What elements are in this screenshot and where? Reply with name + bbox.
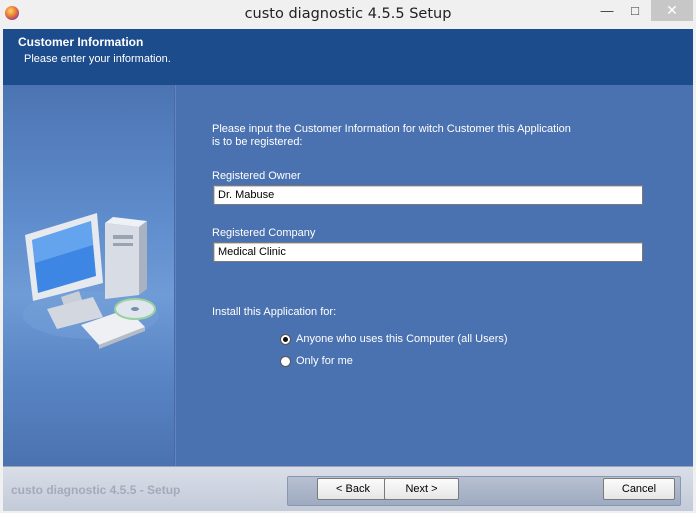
radio-all-users-label: Anyone who uses this Computer (all Users… <box>296 332 508 345</box>
wizard-header: Customer Information Please enter your i… <box>3 29 693 85</box>
next-button[interactable]: Next > <box>384 478 459 500</box>
radio-checked-icon[interactable] <box>280 333 291 345</box>
intro-text-line1: Please input the Customer Information fo… <box>212 123 571 135</box>
header-title: Customer Information <box>18 35 144 49</box>
brand-text: custo diagnostic 4.5.5 - Setup <box>11 483 181 497</box>
title-bar: custo diagnostic 4.5.5 Setup — □ ✕ <box>0 0 696 29</box>
back-button[interactable]: < Back <box>317 478 389 500</box>
cancel-button[interactable]: Cancel <box>603 478 675 500</box>
next-button-label: Next > <box>405 483 438 495</box>
company-label: Registered Company <box>212 227 316 239</box>
owner-field[interactable]: Dr. Mabuse <box>213 185 643 205</box>
wizard-body: Please input the Customer Information fo… <box>3 85 693 466</box>
radio-all-users[interactable]: Anyone who uses this Computer (all Users… <box>280 332 508 346</box>
cancel-button-label: Cancel <box>621 483 657 495</box>
radio-only-me[interactable]: Only for me <box>280 354 353 368</box>
back-button-label: < Back <box>336 483 370 495</box>
owner-label: Registered Owner <box>212 170 301 182</box>
close-button[interactable]: ✕ <box>651 0 693 21</box>
maximize-button[interactable]: □ <box>620 0 650 21</box>
intro-text-line2: is to be registered: <box>212 136 303 148</box>
install-for-label: Install this Application for: <box>212 306 337 318</box>
radio-unchecked-icon[interactable] <box>280 355 291 367</box>
computer-illustration <box>23 213 159 349</box>
header-subtitle: Please enter your information. <box>24 53 171 65</box>
radio-only-me-label: Only for me <box>296 354 353 367</box>
company-field[interactable]: Medical Clinic <box>213 242 643 262</box>
panel-divider <box>174 85 176 466</box>
side-panel <box>3 85 174 466</box>
